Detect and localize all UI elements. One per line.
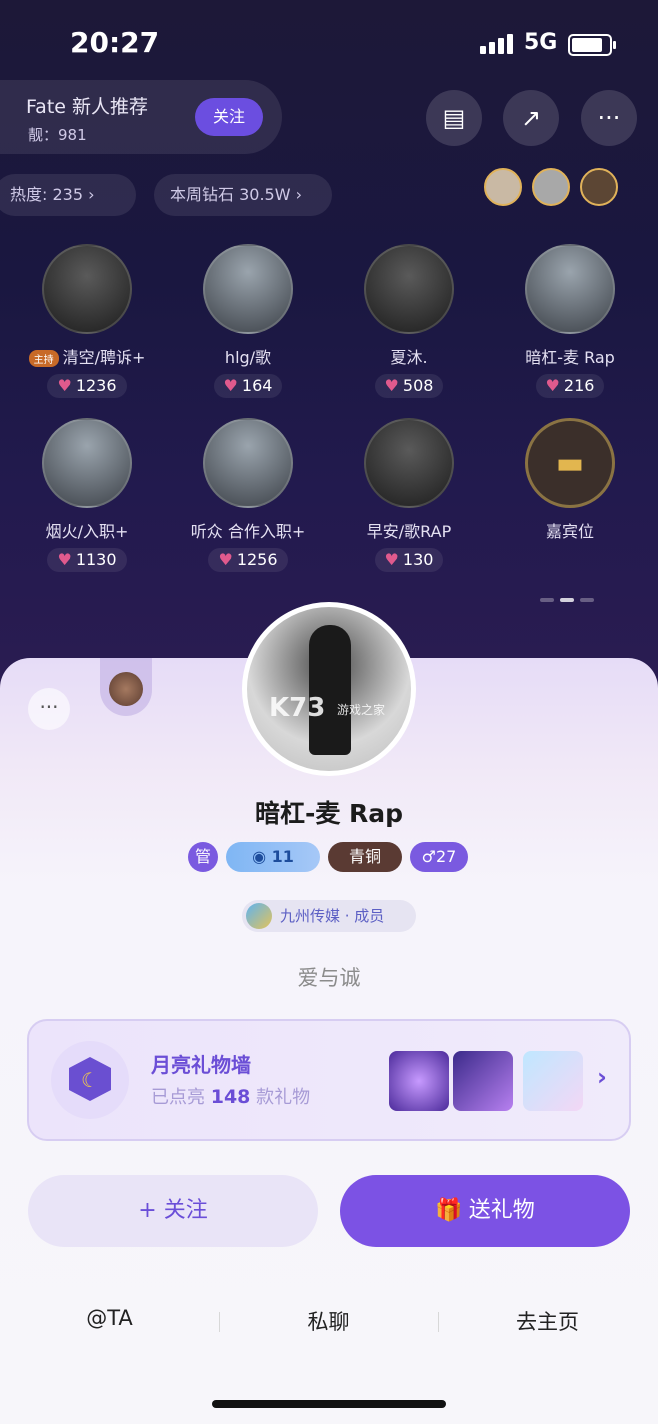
eye-icon: ◉ xyxy=(252,847,272,866)
seat-name: 早安/歌RAP xyxy=(366,522,452,541)
status-bar: 20:27 5G xyxy=(0,22,658,66)
heart-count: ♥ 216 xyxy=(535,374,605,398)
network-type: 5G xyxy=(524,30,558,55)
seat-2[interactable]: hlg/歌 ♥ 164 xyxy=(173,244,323,398)
private-chat-link[interactable]: 私聊 xyxy=(219,1306,438,1336)
fans-badge: ♂27 xyxy=(410,842,468,872)
avatar-figure xyxy=(309,625,351,755)
rank-badge-icon[interactable] xyxy=(100,658,152,716)
gift-thumbnail xyxy=(523,1051,583,1111)
seat-6[interactable]: 听众 合作入职+ ♥ 1256 xyxy=(173,418,323,572)
gift-icon: 🎁 xyxy=(435,1198,463,1223)
gift-wall-title: 月亮礼物墙 xyxy=(151,1053,251,1077)
seat-name: 主持 清空/聘诉+ xyxy=(12,344,162,368)
chevron-right-icon: › xyxy=(597,1063,607,1091)
room-id: 靓：981 xyxy=(28,126,87,144)
room-name: Fate 新人推荐 xyxy=(26,96,149,118)
seat-1[interactable]: 主持 清空/聘诉+ ♥ 1236 xyxy=(12,244,162,398)
seat-4[interactable]: 暗杠-麦 Rap ♥ 216 xyxy=(495,244,645,398)
homepage-link[interactable]: 去主页 xyxy=(438,1306,657,1336)
seat-5[interactable]: 烟火/入职+ ♥ 1130 xyxy=(12,418,162,572)
heart-count: ♥ 1130 xyxy=(47,548,127,572)
watermark-sub: 游戏之家 xyxy=(337,703,386,717)
user-icon xyxy=(246,903,272,929)
avatar[interactable] xyxy=(203,244,293,334)
heart-count: ♥ 508 xyxy=(374,374,444,398)
watermark: K73 xyxy=(269,693,326,723)
gift-wall-card[interactable]: ☾ 月亮礼物墙 已点亮 148 款礼物 › xyxy=(27,1019,631,1141)
seat-name: 嘉宾位 xyxy=(545,522,594,541)
avatar[interactable] xyxy=(203,418,293,508)
club-badge[interactable]: 九州传媒 · 成员 xyxy=(242,900,416,932)
mention-link[interactable]: @TA xyxy=(0,1306,219,1330)
admin-badge: 管 xyxy=(188,842,218,872)
moon-icon: ☾ xyxy=(51,1041,129,1119)
avatar[interactable] xyxy=(364,418,454,508)
host-badge: 主持 xyxy=(28,350,59,367)
room-follow-button[interactable]: 关注 xyxy=(195,98,263,136)
avatar[interactable] xyxy=(42,418,132,508)
heart-icon: ♥ xyxy=(384,376,399,395)
audience-avatar[interactable] xyxy=(532,168,570,206)
heat-chip[interactable]: 热度: 235 › xyxy=(0,174,136,216)
seat-guest[interactable]: ▬ 嘉宾位 xyxy=(495,418,645,542)
gift-thumbnail xyxy=(389,1051,449,1111)
share-icon[interactable]: ↗ xyxy=(503,90,559,146)
seat-7[interactable]: 早安/歌RAP ♥ 130 xyxy=(334,418,484,572)
home-indicator xyxy=(212,1400,446,1408)
seat-name: 烟火/入职+ xyxy=(45,522,129,541)
diamond-chip[interactable]: 本周钻石 30.5W › xyxy=(154,174,332,216)
heart-icon: ♥ xyxy=(218,550,233,569)
heart-icon: ♥ xyxy=(545,376,560,395)
more-icon[interactable]: ··· xyxy=(581,90,637,146)
follow-button[interactable]: + 关注 xyxy=(28,1175,318,1247)
profile-name: 暗杠-麦 Rap xyxy=(254,799,404,828)
seat-name: 暗杠-麦 Rap xyxy=(525,348,615,367)
status-time: 20:27 xyxy=(70,26,160,59)
profile-avatar[interactable]: K73 游戏之家 xyxy=(242,602,416,776)
heart-count: ♥ 164 xyxy=(213,374,283,398)
level-badge: ◉ 11 xyxy=(226,842,320,872)
audience-avatar[interactable] xyxy=(484,168,522,206)
avatar[interactable] xyxy=(525,244,615,334)
heart-icon: ♥ xyxy=(57,376,72,395)
sofa-icon[interactable]: ▬ xyxy=(525,418,615,508)
more-options-button[interactable]: ··· xyxy=(28,688,70,730)
heart-count: ♥ 130 xyxy=(374,548,444,572)
rank-badge: 青铜 xyxy=(328,842,402,872)
battery-icon xyxy=(568,34,616,56)
clipboard-icon[interactable]: ▤ xyxy=(426,90,482,146)
avatar[interactable] xyxy=(42,244,132,334)
seat-name: hlg/歌 xyxy=(224,348,272,367)
gift-wall-subtitle: 已点亮 148 款礼物 xyxy=(151,1086,311,1108)
heart-count: ♥ 1256 xyxy=(208,548,288,572)
heart-count: ♥ 1236 xyxy=(47,374,127,398)
signal-icon xyxy=(480,34,516,54)
gift-thumbnail xyxy=(453,1051,513,1111)
club-label: 九州传媒 · 成员 xyxy=(280,907,385,925)
send-gift-button[interactable]: 🎁 送礼物 xyxy=(340,1175,630,1247)
room-info[interactable]: Fate 新人推荐 靓：981 关注 xyxy=(0,80,282,154)
audience-avatar[interactable] xyxy=(580,168,618,206)
heart-icon: ♥ xyxy=(384,550,399,569)
seat-3[interactable]: 夏沐. ♥ 508 xyxy=(334,244,484,398)
profile-signature: 爱与诚 xyxy=(297,966,361,990)
heart-icon: ♥ xyxy=(223,376,238,395)
heart-icon: ♥ xyxy=(57,550,72,569)
avatar[interactable] xyxy=(364,244,454,334)
seat-name: 听众 合作入职+ xyxy=(190,522,306,541)
seat-name: 夏沐. xyxy=(390,348,428,367)
page-indicator xyxy=(540,587,600,606)
